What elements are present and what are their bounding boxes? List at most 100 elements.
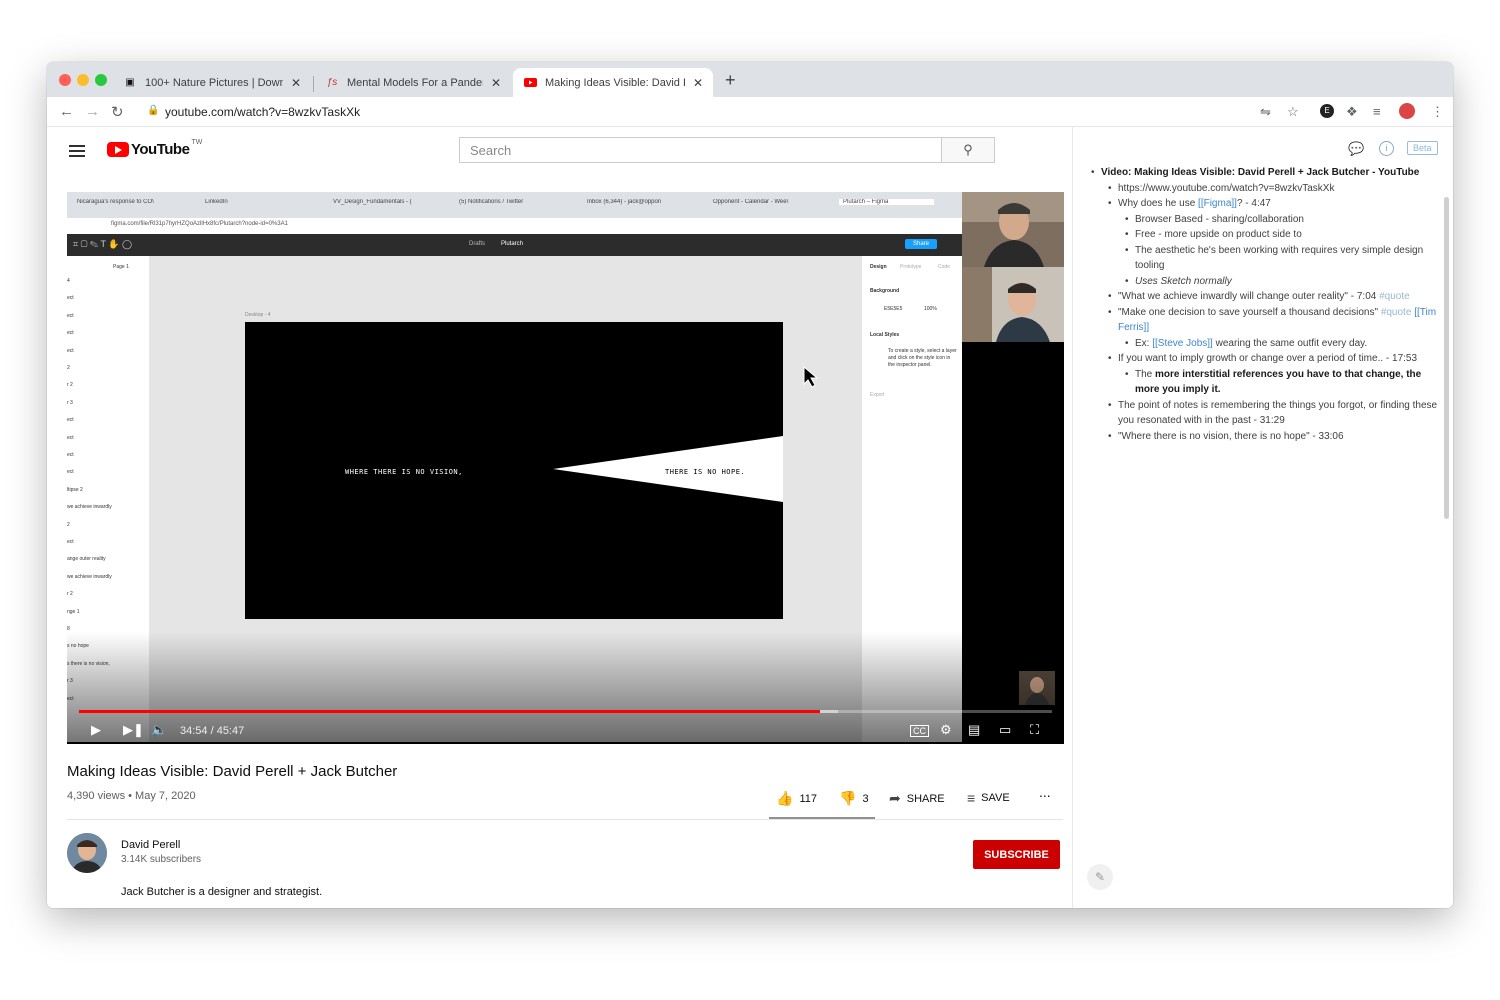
info-icon[interactable]: i <box>1379 141 1394 156</box>
address-bar[interactable]: youtube.com/watch?v=8wzkvTaskXk <box>165 105 360 119</box>
note-bullet[interactable]: Free - more upside on product side to <box>1123 227 1439 243</box>
playlist-add-icon: ≡ <box>967 790 976 806</box>
extension-e-icon[interactable]: E <box>1320 104 1334 118</box>
close-icon[interactable]: ✕ <box>291 76 301 90</box>
profile-avatar-icon[interactable] <box>1399 103 1415 119</box>
bookmark-star-icon[interactable]: ☆ <box>1287 104 1299 120</box>
notes-outline: Video: Making Ideas Visible: David Perel… <box>1089 165 1439 444</box>
theater-mode-icon[interactable]: ▭ <box>999 722 1011 738</box>
back-icon[interactable]: ← <box>59 103 74 120</box>
figma-bg-opacity: 100% <box>924 306 937 312</box>
page-link[interactable]: [[Steve Jobs]] <box>1152 338 1213 349</box>
figma-layer-item: ect <box>67 347 74 354</box>
tab-mental-models[interactable]: ƒs Mental Models For a Pandemic ✕ <box>315 68 511 97</box>
shared-address-bar: figma.com/file/Rl31p7hyrHZQoAzllHx8fc/Pl… <box>67 218 962 234</box>
close-window-button[interactable] <box>59 74 71 86</box>
miniplayer-icon[interactable]: ▤ <box>968 722 980 738</box>
note-bullet[interactable]: The point of notes is remembering the th… <box>1106 398 1439 429</box>
next-video-icon[interactable]: ▶❚ <box>123 722 144 738</box>
tab-youtube-active[interactable]: Making Ideas Visible: David Pe ✕ <box>513 68 713 97</box>
note-bullet[interactable]: Video: Making Ideas Visible: David Perel… <box>1089 165 1439 181</box>
like-button[interactable]: 👍 117 <box>776 790 817 807</box>
extensions-puzzle-icon[interactable]: ❖ <box>1346 104 1358 120</box>
channel-name[interactable]: David Perell <box>121 839 180 851</box>
figma-breadcrumb-file: Plutarch <box>501 241 524 247</box>
note-text: more interstitial references you have to… <box>1135 368 1422 396</box>
save-label: SAVE <box>981 792 1010 804</box>
figma-tab-code: Code <box>938 264 950 270</box>
figma-styles-hint: To create a style, select a layer and cl… <box>888 348 957 368</box>
mouse-cursor-icon <box>803 366 819 388</box>
page-link[interactable]: [[Figma]] <box>1198 198 1237 209</box>
note-bullet[interactable]: Ex: [[Steve Jobs]] wearing the same outf… <box>1123 336 1439 352</box>
captions-icon[interactable]: CC <box>910 725 929 737</box>
note-bullet[interactable]: "Where there is no vision, there is no h… <box>1106 429 1439 445</box>
search-input[interactable]: Search <box>459 137 942 163</box>
note-bullet[interactable]: The aesthetic he's been working with req… <box>1123 243 1439 274</box>
youtube-icon <box>523 76 537 90</box>
settings-gear-icon[interactable]: ⚙ <box>940 722 952 738</box>
shared-tab: Nicaragua's response to CO\ <box>77 199 154 205</box>
figma-tab-design: Design <box>870 264 887 270</box>
country-code: TW <box>191 139 203 146</box>
youtube-logo[interactable]: YouTube TW <box>107 139 203 158</box>
search-button[interactable]: ⚲ <box>941 137 995 163</box>
channel-avatar[interactable] <box>67 833 107 873</box>
avatar-image <box>67 833 107 873</box>
note-bullet[interactable]: https://www.youtube.com/watch?v=8wzkvTas… <box>1106 181 1439 197</box>
volume-icon[interactable]: 🔈 <box>151 722 167 738</box>
edit-pencil-icon[interactable]: ✎ <box>1087 864 1113 890</box>
figma-layer-item: ltipse 2 <box>67 486 83 493</box>
note-bullet[interactable]: Why does he use [[Figma]]? - 4:47 <box>1106 196 1439 212</box>
minimize-window-button[interactable] <box>77 74 89 86</box>
note-bullet[interactable]: The more interstitial references you hav… <box>1123 367 1439 398</box>
more-actions-button[interactable]: ... <box>1039 784 1051 800</box>
divider <box>67 819 1063 820</box>
close-icon[interactable]: ✕ <box>491 76 501 90</box>
reading-list-icon[interactable]: ≡ <box>1373 104 1381 119</box>
forward-icon[interactable]: → <box>85 103 100 120</box>
note-bullet[interactable]: If you want to imply growth or change ov… <box>1106 351 1439 367</box>
video-title: Making Ideas Visible: David Perell + Jac… <box>67 763 398 780</box>
shared-tab: (5) Notifications / Twitter <box>459 199 524 205</box>
figma-tab-prototype: Prototype <box>900 264 922 270</box>
note-text: https://www.youtube.com/watch?v=8wzkvTas… <box>1118 182 1335 194</box>
play-icon[interactable]: ▶ <box>91 722 101 738</box>
fullscreen-icon[interactable]: ⛶ <box>1030 722 1039 738</box>
youtube-page: YouTube TW Search ⚲ Nicaragua's response… <box>47 127 1072 908</box>
close-icon[interactable]: ✕ <box>693 76 703 90</box>
comment-icon[interactable]: 💬 <box>1348 141 1364 157</box>
note-bullet[interactable]: "Make one decision to save yourself a th… <box>1106 305 1439 336</box>
note-text: The point of notes is remembering the th… <box>1118 399 1438 427</box>
search-icon: ⚲ <box>963 142 973 157</box>
note-text: If you want to imply growth or change ov… <box>1118 353 1418 364</box>
figma-layer-item: r 3 <box>67 399 73 406</box>
reload-icon[interactable]: ↻ <box>111 103 124 121</box>
figma-layer-item: ect <box>67 452 74 458</box>
share-button[interactable]: ➦ SHARE <box>889 790 945 807</box>
note-text: wearing the same outfit every day. <box>1212 337 1368 349</box>
note-bullet[interactable]: Uses Sketch normally <box>1123 274 1439 290</box>
shared-tab: Plutarch – Figma <box>839 199 934 205</box>
notes-scrollbar[interactable] <box>1444 197 1449 519</box>
new-tab-button[interactable]: + <box>725 70 736 91</box>
video-player[interactable]: Nicaragua's response to CO\ LinkedIn VV_… <box>67 192 1064 744</box>
video-progress-bar[interactable] <box>79 710 1052 713</box>
tab-nature-pictures[interactable]: ▣ 100+ Nature Pictures | Downlo ✕ <box>113 68 311 97</box>
hamburger-menu-icon[interactable] <box>69 145 85 157</box>
subscribe-button[interactable]: SUBSCRIBE <box>973 840 1060 869</box>
tab-title: Mental Models For a Pandemic <box>347 76 483 89</box>
figma-layer-item: we achieve inwardly <box>67 573 112 580</box>
lock-icon: 🔒 <box>147 105 160 116</box>
note-bullet[interactable]: "What we achieve inwardly will change ou… <box>1106 289 1439 305</box>
menu-kebab-icon[interactable]: ⋮ <box>1431 104 1444 120</box>
translate-icon[interactable]: ⇋ <box>1260 104 1271 120</box>
save-button[interactable]: ≡ SAVE <box>967 790 1010 806</box>
figma-layer-item: ect <box>67 330 74 337</box>
figma-breadcrumb-drafts: Drafts <box>469 241 486 247</box>
beta-badge: Beta <box>1407 141 1438 155</box>
note-bullet[interactable]: Browser Based - sharing/collaboration <box>1123 212 1439 228</box>
maximize-window-button[interactable] <box>95 74 107 86</box>
shared-browser-tabs: Nicaragua's response to CO\ LinkedIn VV_… <box>67 192 962 218</box>
dislike-button[interactable]: 👎 3 <box>839 790 869 807</box>
